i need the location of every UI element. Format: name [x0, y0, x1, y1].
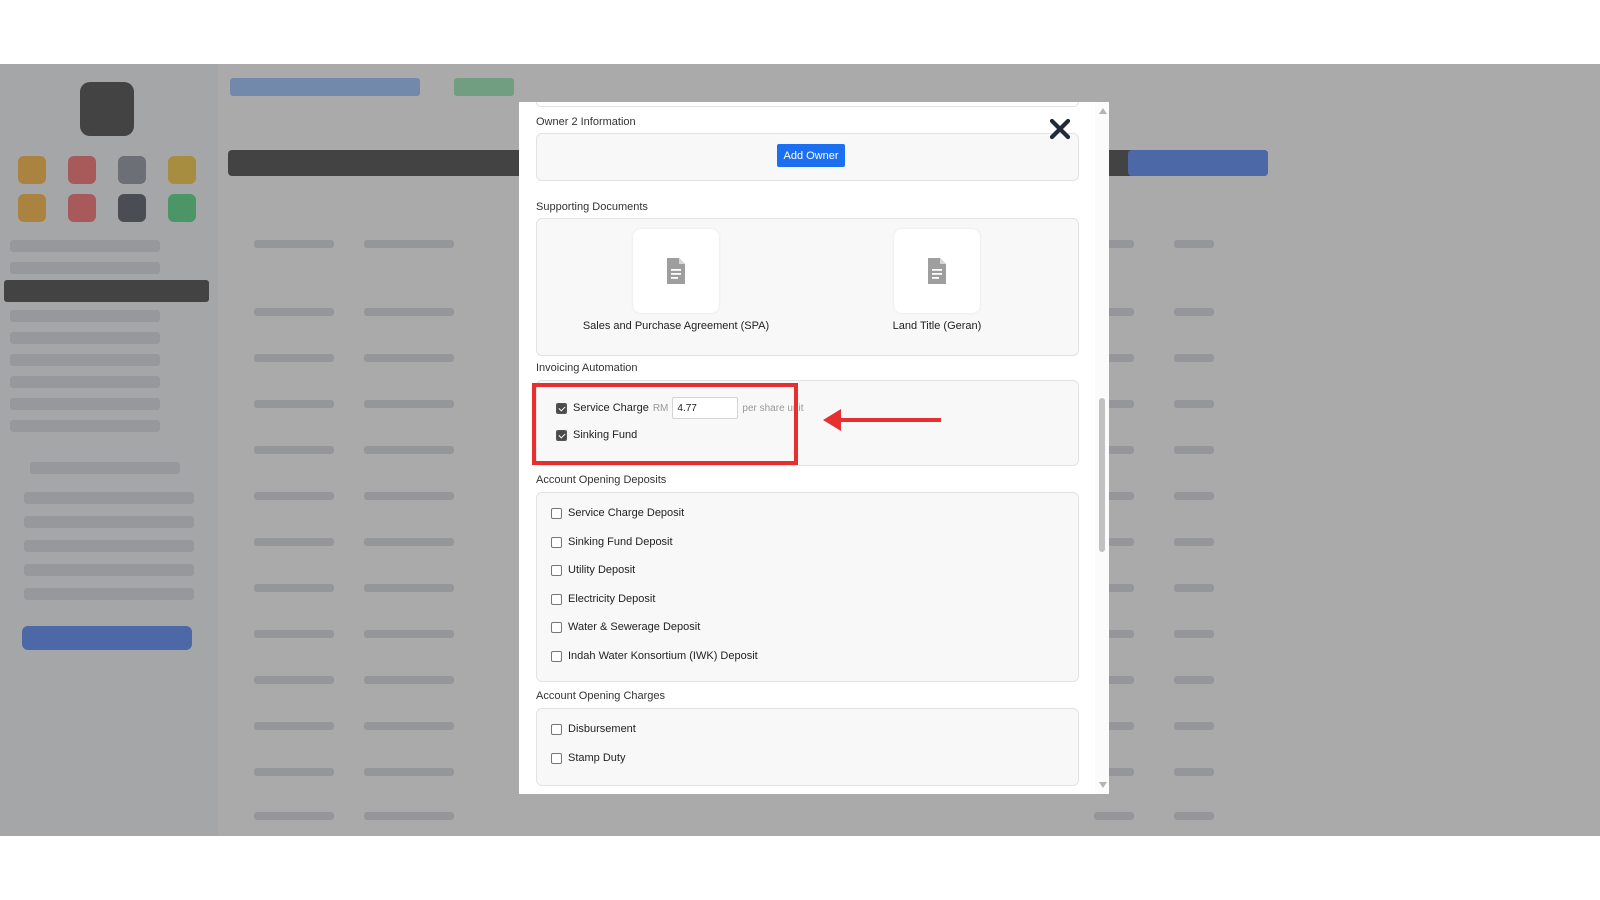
land-title-document-card[interactable] [894, 229, 980, 313]
charge-row: Disbursement [551, 723, 636, 735]
red-arrow-icon [823, 409, 941, 431]
owner2-section-title: Owner 2 Information [536, 116, 636, 128]
account-opening-deposits-panel: Service Charge Deposit Sinking Fund Depo… [536, 492, 1079, 682]
land-title-document-label: Land Title (Geran) [892, 320, 982, 332]
deposit-row: Utility Deposit [551, 564, 635, 576]
account-opening-charges-title: Account Opening Charges [536, 690, 666, 702]
deposit-label: Electricity Deposit [568, 593, 656, 605]
stamp-duty-checkbox[interactable] [551, 752, 562, 764]
deposit-row: Water & Sewerage Deposit [551, 621, 700, 633]
document-icon [667, 258, 685, 284]
utility-deposit-checkbox[interactable] [551, 564, 562, 576]
highlight-box [532, 383, 798, 465]
supporting-documents-panel: Sales and Purchase Agreement (SPA) Land … [536, 218, 1079, 356]
scroll-up-arrow-icon[interactable] [1099, 108, 1107, 114]
electricity-deposit-checkbox[interactable] [551, 593, 562, 605]
deposit-row: Service Charge Deposit [551, 507, 684, 519]
previous-panel-edge [536, 102, 1079, 107]
sinking-fund-deposit-checkbox[interactable] [551, 536, 562, 548]
account-opening-charges-panel: Disbursement Stamp Duty [536, 708, 1079, 786]
charge-row: Stamp Duty [551, 752, 625, 764]
deposit-row: Electricity Deposit [551, 593, 655, 605]
iwk-deposit-checkbox[interactable] [551, 650, 562, 662]
water-sewerage-deposit-checkbox[interactable] [551, 621, 562, 633]
disbursement-checkbox[interactable] [551, 723, 562, 735]
account-opening-deposits-title: Account Opening Deposits [536, 474, 667, 486]
supporting-documents-title: Supporting Documents [536, 201, 648, 213]
modal-scrollbar[interactable] [1095, 102, 1109, 794]
deposit-label: Service Charge Deposit [568, 507, 685, 519]
document-icon [928, 258, 946, 284]
deposit-label: Sinking Fund Deposit [568, 536, 673, 548]
deposit-label: Utility Deposit [568, 564, 636, 576]
service-charge-deposit-checkbox[interactable] [551, 507, 562, 519]
spa-document-label: Sales and Purchase Agreement (SPA) [582, 320, 770, 332]
invoicing-automation-title: Invoicing Automation [536, 362, 638, 374]
scroll-down-arrow-icon[interactable] [1099, 782, 1107, 788]
charge-label: Stamp Duty [568, 752, 626, 764]
spa-document-card[interactable] [633, 229, 719, 313]
close-icon[interactable] [1049, 118, 1071, 140]
deposit-label: Indah Water Konsortium (IWK) Deposit [568, 650, 758, 662]
deposit-row: Sinking Fund Deposit [551, 536, 673, 548]
scrollbar-thumb[interactable] [1099, 398, 1105, 552]
deposit-row: Indah Water Konsortium (IWK) Deposit [551, 650, 758, 662]
charge-label: Disbursement [568, 723, 636, 735]
deposit-label: Water & Sewerage Deposit [568, 621, 701, 633]
add-owner-button[interactable]: Add Owner [777, 144, 845, 167]
owner2-panel: Add Owner [536, 133, 1079, 181]
